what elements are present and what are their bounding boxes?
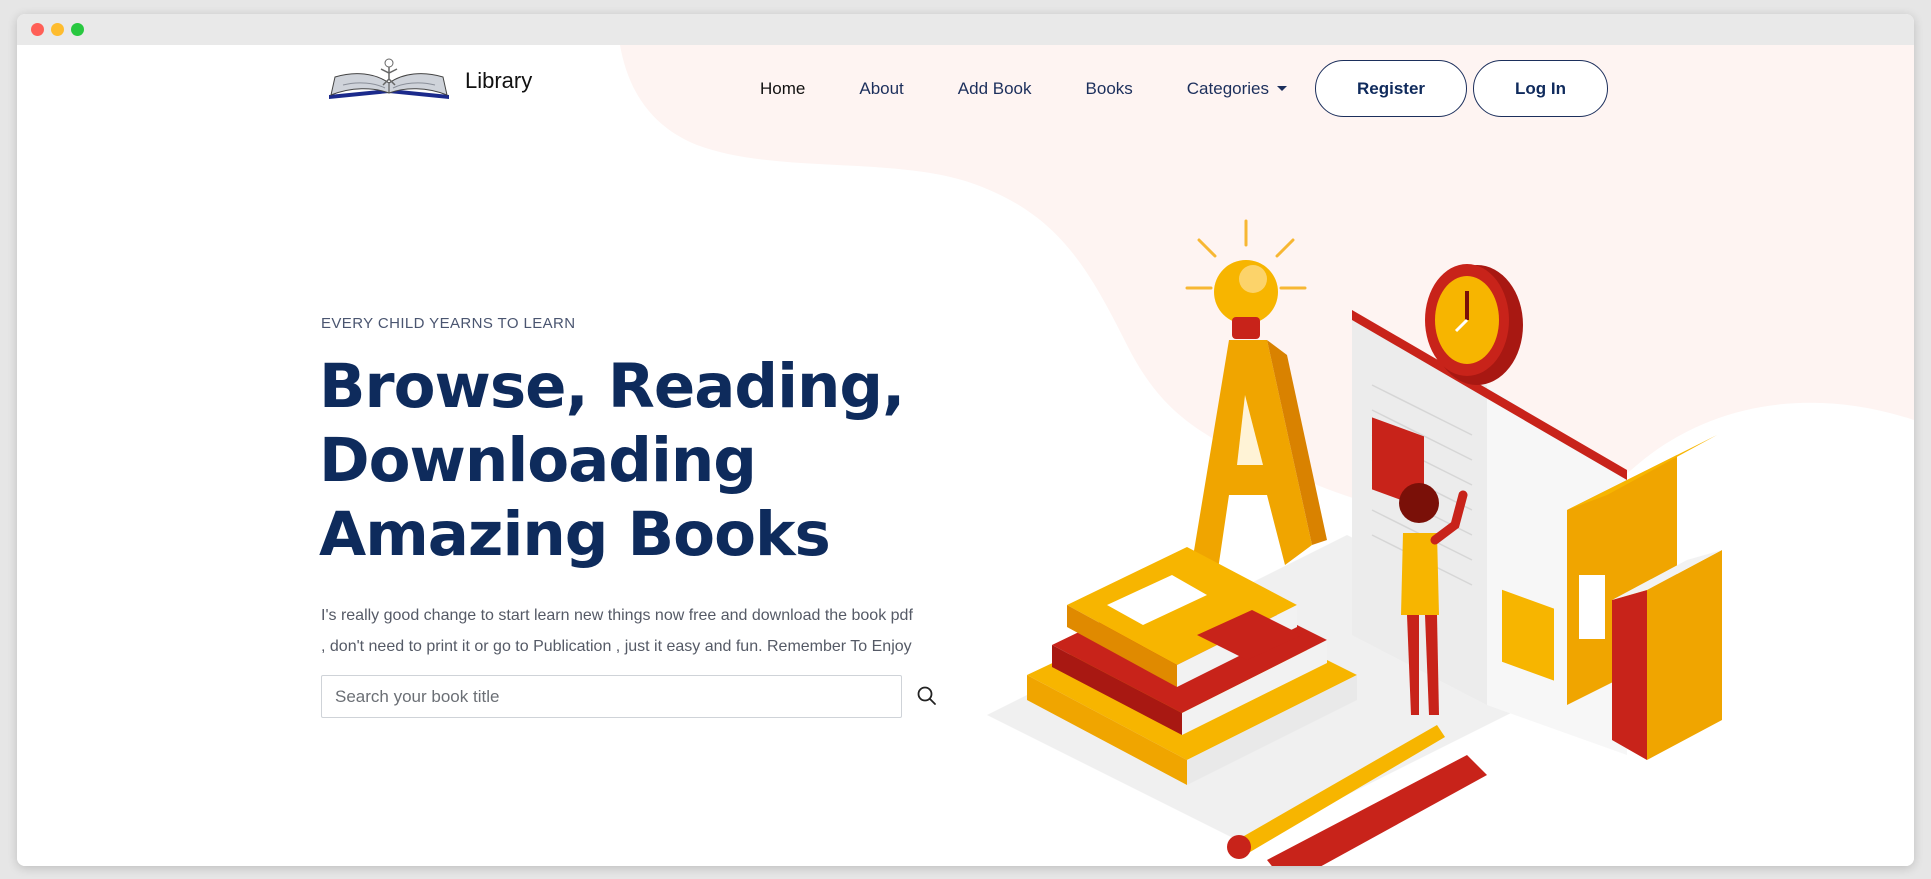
brand-logo[interactable]: Library — [325, 55, 532, 107]
description-line-1: I's really good change to start learn ne… — [321, 607, 913, 624]
headline-line-3: Amazing Books — [319, 499, 831, 570]
brand-name: Library — [465, 68, 533, 93]
minimize-window-button[interactable] — [51, 23, 64, 36]
main-navigation: Home About Add Book Books Categories Reg… — [760, 60, 1608, 117]
maximize-window-button[interactable] — [71, 23, 84, 36]
nav-about[interactable]: About — [859, 79, 903, 99]
bulb-base — [1232, 317, 1260, 339]
search-input[interactable] — [321, 675, 902, 718]
headline-line-2: Downloading — [319, 425, 757, 496]
browser-window: Library Home About Add Book Books Catego… — [17, 14, 1914, 866]
hero-headline: Browse, Reading, Downloading Amazing Boo… — [319, 350, 959, 572]
search-button[interactable] — [913, 682, 941, 710]
nav-home[interactable]: Home — [760, 79, 805, 99]
hero-description: I's really good change to start learn ne… — [321, 600, 981, 662]
nav-books[interactable]: Books — [1086, 79, 1133, 99]
close-window-button[interactable] — [31, 23, 44, 36]
description-line-2: , don't need to print it or go to Public… — [321, 638, 912, 655]
page-viewport: Library Home About Add Book Books Catego… — [17, 45, 1914, 866]
hero-eyebrow: EVERY CHILD YEARNS TO LEARN — [321, 315, 576, 332]
register-button[interactable]: Register — [1315, 60, 1467, 117]
headline-line-1: Browse, Reading, — [319, 351, 905, 422]
window-titlebar — [17, 14, 1914, 45]
open-book-icon — [329, 58, 449, 99]
bulb-shine — [1239, 265, 1267, 293]
nav-categories-dropdown[interactable]: Categories — [1187, 79, 1287, 99]
hero-illustration — [987, 219, 1722, 866]
search-icon — [917, 686, 936, 705]
caret-down-icon — [1277, 86, 1287, 91]
pencil-eraser — [1227, 835, 1251, 859]
nav-categories-label: Categories — [1186, 78, 1269, 98]
login-button[interactable]: Log In — [1473, 60, 1608, 117]
nav-add-book[interactable]: Add Book — [958, 79, 1032, 99]
